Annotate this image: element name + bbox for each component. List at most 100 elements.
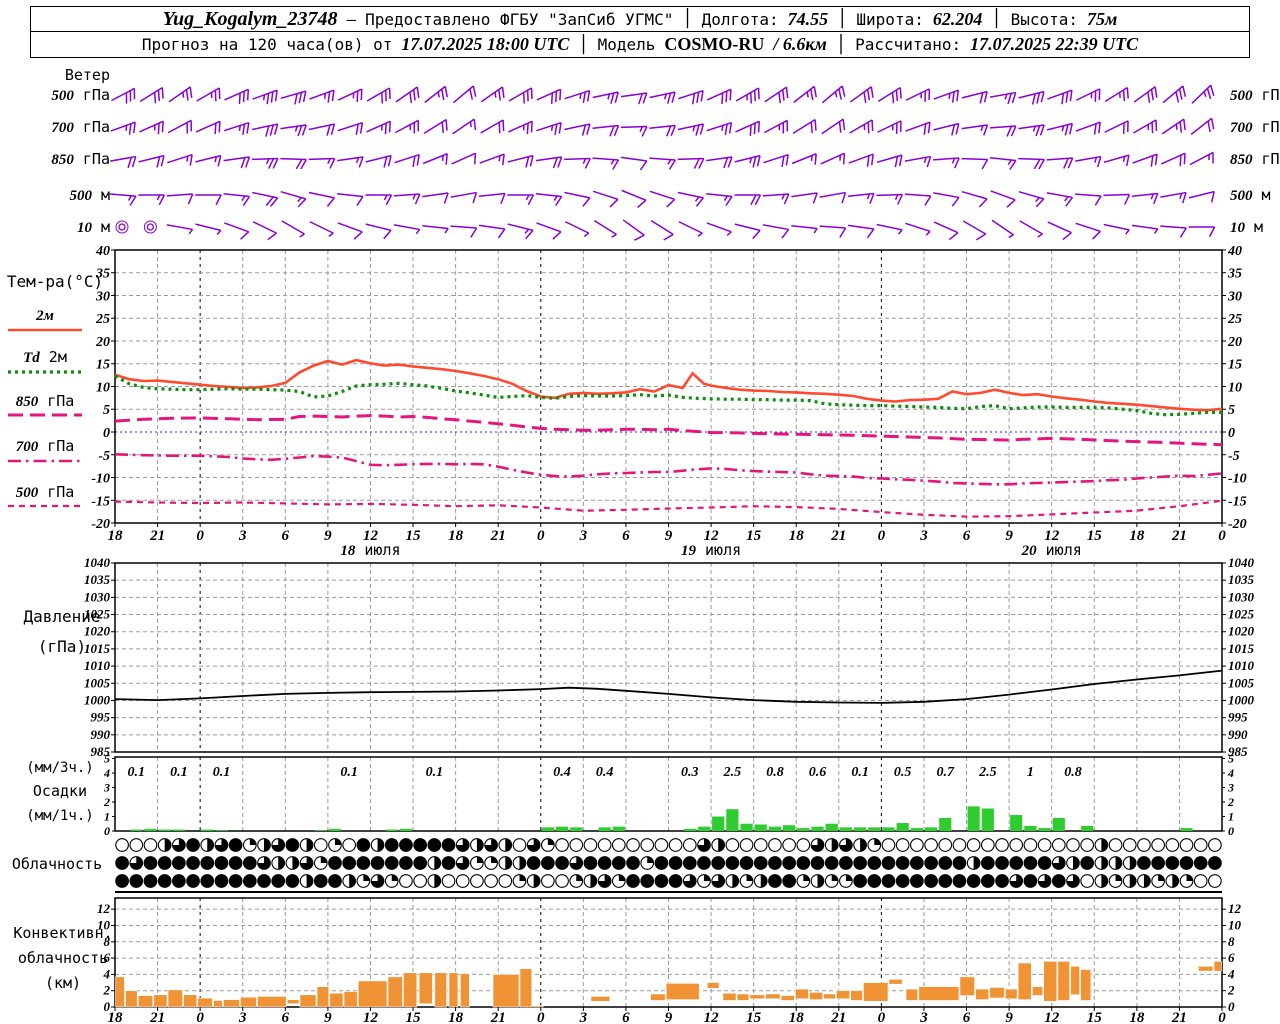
svg-text:0: 0 <box>537 1010 545 1024</box>
svg-text:4: 4 <box>1227 966 1235 981</box>
svg-text:-10: -10 <box>91 472 110 487</box>
svg-text:5: 5 <box>104 752 110 766</box>
svg-text:3: 3 <box>238 1010 247 1024</box>
svg-text:1: 1 <box>1027 765 1034 780</box>
temp-panel: 40 4035 3530 3025 2520 2015 1510 105 50 0-5 -5-10-… <box>91 244 1246 532</box>
wind-panel: Ветер 500 гПа 500 гПа 700 гПа 700 гПа 850 гПа… <box>51 66 1280 241</box>
svg-text:20 июля: 20 июля <box>1021 541 1082 559</box>
svg-text:5: 5 <box>103 403 110 418</box>
svg-text:0: 0 <box>1228 824 1234 838</box>
svg-text:2: 2 <box>103 795 110 809</box>
svg-text:Осадки: Осадки <box>33 782 87 800</box>
svg-text:0: 0 <box>878 528 886 544</box>
svg-text:Тем-ра(°C): Тем-ра(°C) <box>7 272 103 291</box>
svg-text:2: 2 <box>1227 795 1234 809</box>
svg-text:21: 21 <box>490 1010 506 1024</box>
svg-text:9: 9 <box>1005 1010 1013 1024</box>
svg-text:15: 15 <box>406 528 422 544</box>
svg-text:10: 10 <box>1228 917 1242 932</box>
svg-text:0.1: 0.1 <box>340 765 358 780</box>
svg-text:30: 30 <box>95 289 110 304</box>
svg-text:18 июля: 18 июля <box>340 541 400 559</box>
svg-text:0.1: 0.1 <box>170 765 188 780</box>
svg-text:1040: 1040 <box>1228 555 1255 570</box>
svg-text:-15: -15 <box>91 494 110 509</box>
svg-text:15: 15 <box>96 358 110 373</box>
svg-text:15: 15 <box>1087 528 1103 544</box>
svg-text:18: 18 <box>1129 528 1145 544</box>
svg-text:(мм/1ч.): (мм/1ч.) <box>26 808 93 824</box>
svg-text:1025: 1025 <box>1228 607 1255 622</box>
svg-text:0.5: 0.5 <box>894 765 912 780</box>
svg-text:0.7: 0.7 <box>937 765 956 780</box>
svg-text:6: 6 <box>1228 950 1235 965</box>
svg-text:2.5: 2.5 <box>978 765 997 780</box>
svg-text:(гПа): (гПа) <box>38 637 86 656</box>
svg-text:850 гПа: 850 гПа <box>16 392 75 410</box>
svg-text:0.1: 0.1 <box>851 765 869 780</box>
svg-text:20: 20 <box>95 335 110 350</box>
convective-panel: 12 1210 108 86 64 42 20 0Конвективн.облачность(… <box>13 897 1242 1014</box>
svg-text:3: 3 <box>579 1010 588 1024</box>
svg-text:6: 6 <box>963 528 971 544</box>
svg-text:25: 25 <box>1227 312 1242 327</box>
svg-text:19 июля: 19 июля <box>681 541 741 559</box>
svg-text:0.1: 0.1 <box>213 765 231 780</box>
svg-text:-10: -10 <box>1228 472 1247 487</box>
svg-text:-5: -5 <box>98 449 110 464</box>
wind-barbs-row-3 <box>110 151 1214 171</box>
svg-text:500 гПа: 500 гПа <box>1230 86 1280 104</box>
svg-text:3: 3 <box>919 1010 928 1024</box>
svg-text:(мм/3ч.): (мм/3ч.) <box>26 760 93 776</box>
svg-text:0: 0 <box>196 528 204 544</box>
svg-text:0: 0 <box>878 1010 886 1024</box>
svg-text:990: 990 <box>1228 727 1248 742</box>
svg-text:0: 0 <box>1228 999 1235 1014</box>
svg-text:0.8: 0.8 <box>766 765 784 780</box>
temp-series-2м <box>114 358 1223 412</box>
svg-text:6: 6 <box>282 1010 290 1024</box>
svg-text:40: 40 <box>1227 244 1242 259</box>
svg-text:1: 1 <box>1228 810 1234 824</box>
svg-text:18: 18 <box>1129 1010 1145 1024</box>
svg-text:20: 20 <box>1227 335 1242 350</box>
svg-text:0: 0 <box>537 528 545 544</box>
svg-text:12: 12 <box>363 1010 379 1024</box>
svg-text:18: 18 <box>108 1010 124 1024</box>
cloud-row-1 <box>115 838 1222 852</box>
svg-text:0.8: 0.8 <box>1064 765 1082 780</box>
svg-text:Давление: Давление <box>23 607 100 626</box>
svg-text:21: 21 <box>490 528 506 544</box>
svg-text:700 гПа: 700 гПа <box>16 437 75 455</box>
svg-text:6: 6 <box>963 1010 971 1024</box>
svg-text:1030: 1030 <box>1228 589 1255 604</box>
precip-panel: 5 54 43 32 21 10 00.1 0.1 0.1 0.1 0.1 0.4 0.4 0.3 2.5 0… <box>26 752 1234 839</box>
svg-text:18: 18 <box>448 1010 464 1024</box>
svg-text:0: 0 <box>1218 528 1226 544</box>
svg-text:0.3: 0.3 <box>681 765 699 780</box>
svg-text:4: 4 <box>103 966 111 981</box>
meteogram-page: Yug_Kogalym_23748 — Предоставлено ФГБУ "… <box>0 0 1280 1024</box>
svg-text:500 гПа: 500 гПа <box>16 483 75 501</box>
svg-text:-15: -15 <box>1228 494 1247 509</box>
svg-text:0: 0 <box>1218 1010 1226 1024</box>
svg-text:0.1: 0.1 <box>426 765 444 780</box>
svg-text:18: 18 <box>108 528 124 544</box>
svg-text:9: 9 <box>1005 528 1013 544</box>
svg-text:3: 3 <box>238 528 247 544</box>
svg-text:1015: 1015 <box>1228 641 1255 656</box>
svg-text:6: 6 <box>622 1010 630 1024</box>
svg-text:0.1: 0.1 <box>128 765 146 780</box>
svg-text:1: 1 <box>104 810 110 824</box>
meteogram-chart: Ветер 500 гПа 500 гПа 700 гПа 700 гПа 850 гПа… <box>7 66 1280 1024</box>
svg-text:1035: 1035 <box>84 572 111 587</box>
svg-text:1020: 1020 <box>1228 624 1255 639</box>
svg-text:500 гПа: 500 гПа <box>51 86 110 104</box>
svg-text:25: 25 <box>95 312 110 327</box>
precip-hourly-bars <box>130 806 1193 831</box>
svg-text:Облачность: Облачность <box>12 855 102 873</box>
svg-text:5: 5 <box>1228 752 1234 766</box>
svg-text:12: 12 <box>1228 901 1242 916</box>
svg-text:0.4: 0.4 <box>553 765 571 780</box>
wind-barbs-row-2 <box>110 117 1215 137</box>
